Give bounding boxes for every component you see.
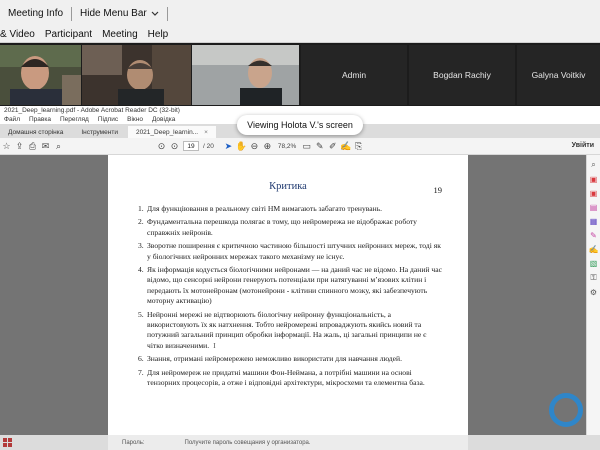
zoom-in-icon[interactable]: ⊕ <box>261 141 274 152</box>
menu-sign[interactable]: Підпис <box>98 116 118 123</box>
select-cursor-icon[interactable]: ➤ <box>222 141 235 152</box>
acrobat-title: 2021_Deep_learning.pdf - Adobe Acrobat R… <box>4 107 180 114</box>
taskbar-left <box>0 435 108 450</box>
participant-video-image <box>192 45 299 105</box>
participant-tile-admin[interactable]: Admin <box>301 45 407 105</box>
list-item: 5. Нейронні мережі не відтворюють біолог… <box>138 309 427 350</box>
sign-in-button[interactable]: Увійти <box>572 142 594 149</box>
menu-view[interactable]: Перегляд <box>60 116 89 123</box>
participant-name: Bogdan Rachiy <box>433 70 491 80</box>
page-down-icon[interactable]: ⊙ <box>168 141 181 152</box>
menu-help[interactable]: Help <box>143 29 174 40</box>
tools-side-panel: ⌕ ▣ ▣ ▤ ▦ ✎ ✍ ▧ ⚿ ⚙ <box>586 155 600 435</box>
pdf-page: Критика 19 1. Для функціювання в реально… <box>108 155 468 435</box>
acrobat-title-bar: 2021_Deep_learning.pdf - Adobe Acrobat R… <box>0 106 600 115</box>
menu-file[interactable]: Файл <box>4 116 20 123</box>
search-icon[interactable]: ⌕ <box>587 160 600 170</box>
hand-icon[interactable]: ✋ <box>235 141 248 152</box>
menu-help[interactable]: Довідка <box>152 116 175 123</box>
hide-menu-bar-button[interactable]: Hide Menu Bar <box>72 0 167 27</box>
create-pdf-icon[interactable]: ▣ <box>587 189 600 198</box>
highlight-icon[interactable]: ✐ <box>326 141 339 152</box>
zoom-top-bar: Meeting Info Hide Menu Bar <box>0 0 600 27</box>
search-icon[interactable]: ⌕ <box>52 141 65 152</box>
print-icon[interactable]: ⎙ <box>26 141 39 152</box>
participant-name: Galyna Voitkiv <box>531 70 586 80</box>
upload-icon[interactable]: ⇪ <box>13 141 26 152</box>
menu-edit[interactable]: Правка <box>29 116 51 123</box>
zoom-menu-bar: & Video Participant Meeting Help <box>0 27 600 43</box>
mail-icon[interactable]: ✉ <box>39 141 52 152</box>
participant-name: Admin <box>341 70 367 80</box>
list-item: 4. Як інформація кодується біологічними … <box>138 265 442 306</box>
comment-icon[interactable]: ✎ <box>313 141 326 152</box>
taskbar-right <box>468 435 600 450</box>
protect-icon[interactable]: ⚿ <box>587 273 600 283</box>
page-number: 19 <box>433 185 443 195</box>
list-item: 6. Знання, отримані нейромережею неможли… <box>138 354 402 364</box>
list-item: 1. Для функціювання в реальному світі НМ… <box>138 204 383 213</box>
tab-home[interactable]: Домашня сторінка <box>0 126 71 138</box>
menu-meeting[interactable]: Meeting <box>97 29 143 40</box>
edit-pdf-icon[interactable]: ▤ <box>587 203 600 212</box>
participant-tile-bogdan[interactable]: Bogdan Rachiy <box>409 45 515 105</box>
critique-list: 1. Для функціювання в реальному світі НМ… <box>138 204 443 392</box>
enhance-scan-icon[interactable]: ▧ <box>587 259 600 268</box>
fit-page-icon[interactable]: ▭ <box>300 141 313 152</box>
zoom-password-bar: Пароль: Получите пароль совещания у орга… <box>108 435 468 450</box>
menu-window[interactable]: Вікно <box>127 116 143 123</box>
sign-icon[interactable]: ✍ <box>339 141 352 152</box>
page-up-icon[interactable]: ⊙ <box>155 141 168 152</box>
password-label: Пароль: <box>122 439 145 446</box>
tab-tools[interactable]: Інструменти <box>73 126 126 138</box>
more-tools-icon[interactable]: ⚙ <box>587 288 600 297</box>
comment-icon[interactable]: ✎ <box>587 231 600 240</box>
page-total: / 20 <box>203 142 214 150</box>
list-item-text: Нейронні мережі не відтворюють біологічн… <box>147 309 427 350</box>
organize-pages-icon[interactable]: ▦ <box>587 217 600 226</box>
menu-video[interactable]: & Video <box>0 29 40 40</box>
close-icon[interactable]: × <box>204 129 208 136</box>
password-hint: Получите пароль совещания у организатора… <box>184 439 311 446</box>
tab-document[interactable]: 2021_Deep_learnin... × <box>127 126 216 138</box>
page-title: Критика <box>269 181 307 192</box>
zoom-level-select[interactable]: 78,2% <box>278 143 296 150</box>
menu-participant[interactable]: Participant <box>40 29 97 40</box>
windows-logo-icon[interactable] <box>3 438 12 447</box>
export-pdf-icon[interactable]: ▣ <box>587 175 600 184</box>
loading-spinner-icon <box>549 393 583 427</box>
participant-video-1[interactable] <box>0 45 81 105</box>
participant-strip: Admin Bogdan Rachiy Galyna Voitkiv <box>0 43 600 106</box>
participant-tile-galyna[interactable]: Galyna Voitkiv <box>517 45 600 105</box>
participant-video-image <box>82 45 191 105</box>
acrobat-toolbar: ☆ ⇪ ⎙ ✉ ⌕ ⊙ ⊙ 19 / 20 ➤ ✋ ⊖ ⊕ 78,2% ▭ ✎ … <box>0 138 600 155</box>
bookmark-icon[interactable]: ☆ <box>0 141 13 152</box>
hide-menu-bar-label: Hide Menu Bar <box>80 8 147 19</box>
text-cursor-icon: I <box>213 340 216 350</box>
tab-document-label: 2021_Deep_learnin... <box>135 128 199 136</box>
participant-video-2[interactable] <box>82 45 191 105</box>
divider <box>166 6 168 21</box>
page-number-input[interactable]: 19 <box>183 141 199 151</box>
list-item: 3. Зворотне поширення є критичною частин… <box>138 241 441 261</box>
viewing-screen-banner[interactable]: Viewing Holota V.'s screen <box>237 115 363 135</box>
share-icon[interactable]: ⎘ <box>352 141 365 152</box>
zoom-out-icon[interactable]: ⊖ <box>248 141 261 152</box>
list-item: 7. Для нейромереж не придатні машини Фон… <box>138 367 425 388</box>
list-item: 2. Фундаментальна перешкода полягає в то… <box>138 217 417 237</box>
participant-video-3[interactable] <box>192 45 299 105</box>
fill-sign-icon[interactable]: ✍ <box>587 245 600 254</box>
meeting-info-button[interactable]: Meeting Info <box>0 0 71 27</box>
participant-video-image <box>0 45 81 105</box>
chevron-down-icon <box>151 11 159 16</box>
